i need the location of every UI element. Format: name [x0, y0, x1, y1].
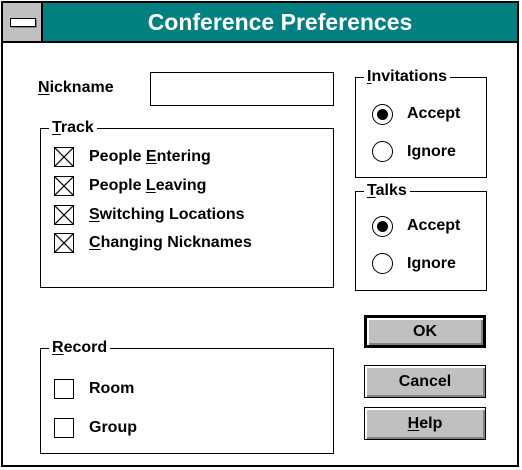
- ok-button[interactable]: OK: [364, 315, 486, 348]
- help-button[interactable]: Help: [364, 407, 486, 440]
- nickname-field[interactable]: [150, 72, 334, 106]
- x-check-icon: [55, 177, 73, 195]
- dialog-title: Conference Preferences: [147, 9, 413, 35]
- group-label[interactable]: Group: [89, 419, 137, 437]
- nickname-label: Nickname: [38, 79, 114, 96]
- invitations-ignore-radio[interactable]: [372, 141, 393, 162]
- room-checkbox[interactable]: [54, 379, 74, 399]
- talks-accept-radio[interactable]: [372, 216, 393, 237]
- people-entering-checkbox[interactable]: [54, 147, 74, 167]
- invitations-accept-label[interactable]: Accept: [407, 105, 460, 123]
- system-menu-button[interactable]: [3, 3, 43, 41]
- talks-accept-label[interactable]: Accept: [407, 217, 460, 235]
- invitations-accept-radio[interactable]: [372, 104, 393, 125]
- title-bar: Conference Preferences: [3, 3, 517, 43]
- x-check-icon: [55, 206, 73, 224]
- invitations-ignore-label[interactable]: Ignore: [407, 143, 456, 161]
- x-check-icon: [55, 148, 73, 166]
- system-menu-icon: [10, 18, 36, 27]
- room-label[interactable]: Room: [89, 380, 134, 398]
- changing-nicknames-checkbox[interactable]: [54, 233, 74, 253]
- invitations-group: Invitations: [355, 67, 487, 178]
- talks-ignore-label[interactable]: Ignore: [407, 255, 456, 273]
- track-group-title: Track: [49, 118, 97, 138]
- switching-locations-label[interactable]: Switching Locations: [89, 206, 245, 224]
- conference-preferences-dialog: Conference Preferences Nickname Track Pe…: [1, 1, 519, 467]
- people-entering-label[interactable]: People Entering: [89, 148, 211, 166]
- record-group-title: Record: [49, 338, 111, 358]
- talks-ignore-radio[interactable]: [372, 253, 393, 274]
- people-leaving-label[interactable]: People Leaving: [89, 177, 206, 195]
- group-checkbox[interactable]: [54, 418, 74, 438]
- radio-dot-icon: [376, 108, 388, 120]
- record-group: Record: [40, 338, 334, 454]
- radio-dot-icon: [376, 220, 388, 232]
- invitations-group-title: Invitations: [364, 67, 451, 87]
- talks-group-title: Talks: [364, 181, 410, 201]
- people-leaving-checkbox[interactable]: [54, 176, 74, 196]
- talks-group: Talks: [355, 181, 487, 291]
- cancel-button[interactable]: Cancel: [364, 365, 486, 398]
- x-check-icon: [55, 234, 73, 252]
- changing-nicknames-label[interactable]: Changing Nicknames: [89, 234, 252, 252]
- switching-locations-checkbox[interactable]: [54, 205, 74, 225]
